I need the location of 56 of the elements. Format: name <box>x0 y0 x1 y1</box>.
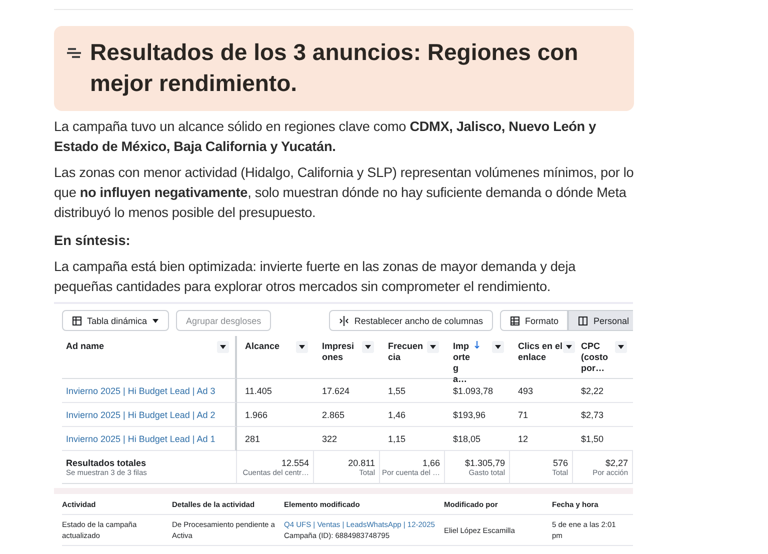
pivot-table-dropdown[interactable]: Tabla dinámica <box>62 310 170 331</box>
callout-title: Resultados de los 3 anuncios: Regiones con mejor rendimiento. <box>90 38 580 98</box>
column-resize-icon <box>339 316 350 326</box>
column-header[interactable]: Frecuencia <box>380 336 445 379</box>
total-value: $2,27 <box>605 458 628 468</box>
table-cell: 2.865 <box>322 410 345 420</box>
table-cell: $2,22 <box>581 386 604 396</box>
dropdown-caret-icon[interactable] <box>217 341 229 353</box>
total-value: 1,66 <box>422 458 440 468</box>
dropdown-caret-icon[interactable] <box>492 341 504 353</box>
table-cell: 1,15 <box>388 434 406 444</box>
table-cell: 17.624 <box>322 386 350 396</box>
table-cell: 1,46 <box>388 410 406 420</box>
column-header[interactable]: Clics en el enlace <box>510 336 573 379</box>
view-tab[interactable]: Personal <box>568 310 633 331</box>
table-cell: 11.405 <box>245 386 272 396</box>
panel-icon <box>578 316 588 326</box>
table-cell: $193,96 <box>453 410 486 420</box>
caret-icon <box>152 318 160 322</box>
column-header[interactable]: Impresiones <box>314 336 380 379</box>
paragraph: La campaña tuvo un alcance sólido en regiones clave como CDMX, Jalisco, Nuevo León y Estado de México, Baja California y Yucatán. <box>54 118 597 156</box>
table-cell: $1,50 <box>581 434 604 444</box>
total-value: $1.305,79 <box>464 458 505 468</box>
table-cell: $18,05 <box>453 434 481 444</box>
column-header[interactable]: Alcance <box>237 336 314 379</box>
total-value: 576 <box>552 458 568 468</box>
table-cell: 1.966 <box>245 410 268 420</box>
dropdown-caret-icon[interactable] <box>563 341 575 353</box>
table-icon <box>72 316 82 326</box>
table-cell: 1,55 <box>388 386 406 396</box>
table-cell: $1.093,78 <box>453 386 494 396</box>
subheading: En síntesis: <box>54 232 132 250</box>
dropdown-caret-icon[interactable] <box>427 341 439 353</box>
view-tab[interactable]: Formato <box>500 310 568 331</box>
table-cell: 493 <box>518 386 534 396</box>
paragraph: Las zonas con menor actividad (Hidalgo, California y SLP) representan volúmenes mínimos, por lo que no influyen negativamente, solo muestran dónde no hay suficiente demanda o dónde Meta distribuyó lo menos posible del presupuesto. <box>54 164 634 222</box>
column-header[interactable]: Ad name <box>62 336 237 379</box>
total-value: 20.811 <box>348 458 375 468</box>
table-cell: 322 <box>322 434 338 444</box>
reset-column-width-button[interactable]: Restablecer ancho de columnas <box>329 310 493 331</box>
paragraph: La campaña está bien optimizada: invierte fuerte en las zonas de mayor demanda y deja pequeñas cantidades para explorar otros mercados sin comprometer el rendimiento. <box>54 258 577 296</box>
dropdown-caret-icon[interactable] <box>296 341 308 353</box>
total-value: 12.554 <box>281 458 309 468</box>
table-cell: 12 <box>518 434 528 444</box>
ad-name-link[interactable]: Invierno 2025 | Hi Budget Lead | Ad 3 <box>66 386 216 396</box>
dropdown-caret-icon[interactable] <box>362 341 374 353</box>
ad-name-link[interactable]: Invierno 2025 | Hi Budget Lead | Ad 1 <box>66 434 216 444</box>
heading-icon <box>66 47 82 59</box>
dropdown-caret-icon[interactable] <box>615 341 627 353</box>
totals-title: Resultados totales <box>66 458 146 468</box>
table-cell: 281 <box>245 434 260 444</box>
ad-name-link[interactable]: Invierno 2025 | Hi Budget Lead | Ad 2 <box>66 410 216 420</box>
grid-icon <box>510 316 520 326</box>
column-header[interactable]: CPC (costo por… <box>573 336 633 379</box>
table-cell: $2,73 <box>581 410 604 420</box>
table-cell: 71 <box>518 410 528 420</box>
